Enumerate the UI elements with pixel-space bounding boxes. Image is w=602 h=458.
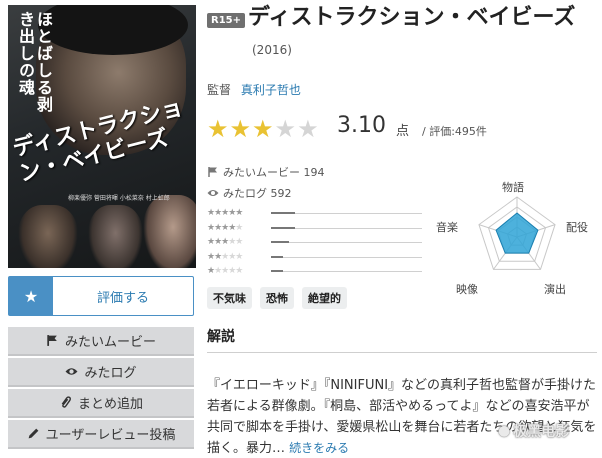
score-value: 3.10 (337, 113, 386, 138)
mood-tag[interactable]: 不気味 (207, 287, 252, 309)
star-icon: ★ (252, 115, 274, 143)
poster-figure (143, 195, 196, 268)
distribution-stars: ★★★★★ (207, 266, 243, 277)
star-icon: ★ (229, 115, 252, 143)
flag-icon (47, 335, 57, 346)
explanation-body: 『イエローキッド』『NINIFUNI』などの真利子哲也監督が手掛けた若者による群… (207, 378, 597, 456)
want-to-see-text: みたいムービー 194 (223, 166, 325, 179)
watched-button[interactable]: みたログ (8, 358, 194, 387)
director-line: 監督 真利子哲也 (207, 81, 301, 98)
explanation-text: 『イエローキッド』『NINIFUNI』などの真利子哲也監督が手掛けた若者による群… (207, 375, 597, 458)
pencil-icon (28, 428, 38, 439)
want-to-see-button[interactable]: みたいムービー (8, 327, 194, 356)
star-icon: ★ (207, 115, 229, 143)
poster-tagline: ほとばしる剥き出しの魂 (16, 11, 53, 113)
distribution-stars: ★★★★★ (207, 251, 243, 262)
distribution-bar-fill (271, 212, 296, 215)
distribution-bar-fill (271, 226, 296, 229)
radar-label-story: 物語 (502, 181, 524, 194)
rate-button[interactable]: ★ 評価する (8, 276, 194, 316)
distribution-stars: ★★★★★ (207, 208, 243, 219)
write-review-label: ユーザーレビュー投稿 (45, 428, 176, 443)
rating-distribution: ★★★★★ ★★★★★ ★★★★★ ★★★★★ ★★★★★ (207, 206, 422, 279)
distribution-bar (271, 253, 422, 261)
movie-title-text: ディストラクション・ベイビーズ (248, 5, 576, 30)
poster-cast: 柳楽優弥 菅田将暉 小松菜奈 村上虹郎 (68, 195, 170, 202)
distribution-row: ★★★★★ (207, 235, 422, 250)
distribution-stars: ★★★★★ (207, 222, 243, 233)
director-label: 監督 (207, 83, 232, 97)
distribution-bar (271, 238, 422, 246)
poster-figure (88, 205, 143, 268)
distribution-bar (271, 267, 422, 275)
want-to-see-count: みたいムービー 194 (207, 164, 325, 180)
mood-tag[interactable]: 恐怖 (260, 287, 294, 309)
add-to-list-label: まとめ追加 (77, 397, 143, 412)
divider (207, 352, 597, 353)
radar-label-visual: 映像 (456, 283, 478, 296)
distribution-bar (271, 209, 422, 217)
distribution-row: ★★★★★ (207, 264, 422, 279)
want-to-see-label: みたいムービー (64, 335, 156, 350)
rate-button-label: 評価する (96, 290, 149, 306)
mood-tags: 不気味 恐怖 絶望的 (207, 287, 347, 309)
distribution-row: ★★★★★ (207, 206, 422, 221)
watermark: ● 极黑电影 (498, 421, 569, 441)
distribution-bar-fill (271, 241, 290, 244)
star-icon: ★ (274, 115, 297, 143)
read-more-link[interactable]: 続きをみる (289, 441, 349, 455)
add-to-list-button[interactable]: まとめ追加 (8, 389, 194, 418)
mood-tag[interactable]: 絶望的 (302, 287, 347, 309)
distribution-stars: ★★★★★ (207, 237, 243, 248)
radar-label-direction: 演出 (544, 283, 566, 296)
distribution-bar-fill (271, 270, 284, 273)
watermark-text: 极黑电影 (513, 424, 570, 440)
watched-text: みたログ 592 (223, 187, 292, 200)
distribution-row: ★★★★★ (207, 250, 422, 265)
radar-chart: 物語 配役 演出 映像 音楽 (432, 175, 602, 300)
director-link[interactable]: 真利子哲也 (241, 83, 301, 97)
watched-label: みたログ (84, 366, 137, 381)
flag-icon (208, 167, 217, 177)
star-icon: ★ (297, 115, 319, 143)
age-rating-badge: R15+ (207, 13, 245, 28)
explanation-heading: 解説 (207, 329, 235, 345)
score-count: / 評価:495件 (422, 125, 487, 138)
release-year: (2016) (252, 43, 292, 57)
eye-icon (207, 190, 219, 196)
movie-title: ディストラクション・ベイビーズ (2016) (248, 3, 598, 65)
star-icon: ★ (9, 277, 53, 315)
distribution-bar-fill (271, 255, 284, 258)
score-stars: ★ ★ ★ ★ ★ (207, 117, 319, 141)
score-unit: 点 (396, 124, 410, 139)
radar-area (495, 212, 539, 254)
distribution-row: ★★★★★ (207, 221, 422, 236)
paperclip-icon (61, 396, 71, 408)
poster-figure (18, 205, 78, 268)
write-review-button[interactable]: ユーザーレビュー投稿 (8, 420, 194, 449)
movie-poster[interactable]: ほとばしる剥き出しの魂 ディストラクション・ベイビーズ 柳楽優弥 菅田将暉 小松… (8, 5, 196, 268)
distribution-bar (271, 224, 422, 232)
wechat-icon: ● (498, 423, 511, 439)
radar-label-cast: 配役 (566, 221, 588, 234)
radar-label-music: 音楽 (436, 221, 458, 234)
watched-count: みたログ 592 (207, 185, 292, 201)
eye-icon (66, 368, 78, 375)
